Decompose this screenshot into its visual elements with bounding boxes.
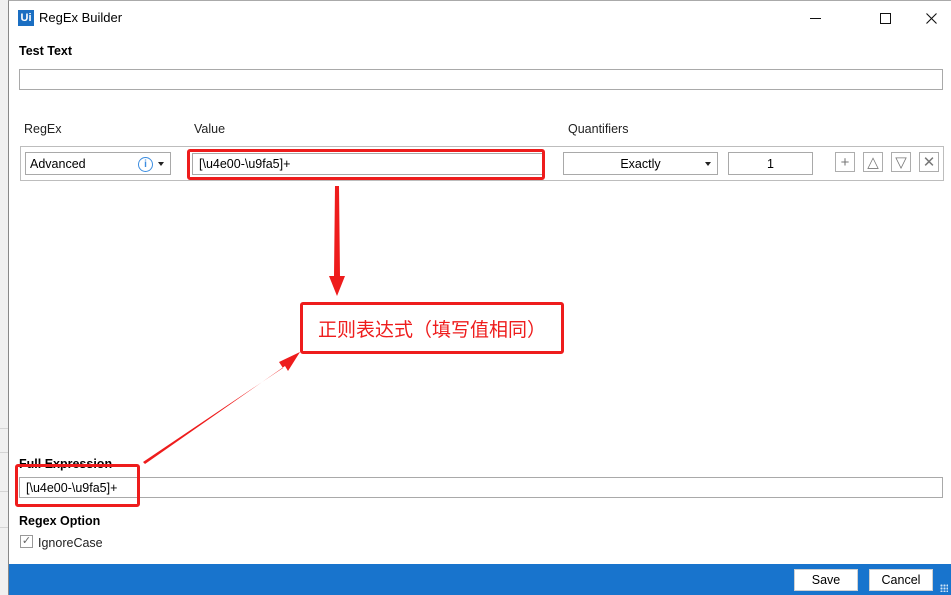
close-icon [925,12,937,24]
quantifier-value: Exactly [620,156,661,171]
delete-row-button[interactable]: ✕ [919,152,939,172]
save-button[interactable]: Save [794,569,858,591]
regex-type-value: Advanced [30,156,86,171]
title-bar[interactable]: Ui RegEx Builder [9,1,951,35]
close-icon: ✕ [922,154,936,171]
annotation-callout: 正则表达式（填写值相同） [300,302,564,354]
ignore-case-label: IgnoreCase [38,536,103,550]
quantifier-count-input[interactable]: 1 [728,152,813,175]
full-expression-input[interactable]: [\u4e00-\u9fa5]+ [19,477,943,498]
test-text-label: Test Text [19,44,73,58]
dialog-footer: Save Cancel [9,564,951,595]
value-highlight-box [187,149,545,180]
chevron-down-icon [158,161,164,166]
maximize-button[interactable] [865,5,905,31]
close-button[interactable] [911,5,951,31]
ignore-case-checkbox[interactable]: ✓ [20,535,33,548]
minimize-button[interactable] [795,5,835,31]
regex-type-dropdown[interactable]: Advanced i [25,152,171,175]
regex-builder-dialog: Ui RegEx Builder Test Text RegEx Value Q… [8,0,951,595]
cancel-button[interactable]: Cancel [869,569,933,591]
quantifiers-column-header: Quantifiers [568,122,629,136]
minimize-icon [809,17,821,19]
add-row-button[interactable]: + [835,152,855,172]
resize-grip[interactable] [940,584,948,592]
info-icon[interactable]: i [138,157,153,172]
chevron-down-icon [705,161,711,166]
value-column-header: Value [194,122,226,136]
move-up-button[interactable]: △ [863,152,883,172]
background-divider [0,527,8,528]
full-expression-highlight-box [15,464,140,507]
app-logo-icon: Ui [18,10,34,26]
quantifier-dropdown[interactable]: Exactly [563,152,718,175]
maximize-icon [879,12,891,24]
background-divider [0,491,8,492]
window-title: RegEx Builder [39,10,123,25]
regex-column-header: RegEx [24,122,62,136]
regex-option-label: Regex Option [19,514,101,528]
background-divider [0,428,8,429]
test-text-input[interactable] [19,69,943,90]
plus-icon: + [840,153,850,171]
triangle-up-icon: △ [867,154,879,171]
triangle-down-icon: ▽ [895,154,907,171]
background-divider [0,452,8,453]
move-down-button[interactable]: ▽ [891,152,911,172]
